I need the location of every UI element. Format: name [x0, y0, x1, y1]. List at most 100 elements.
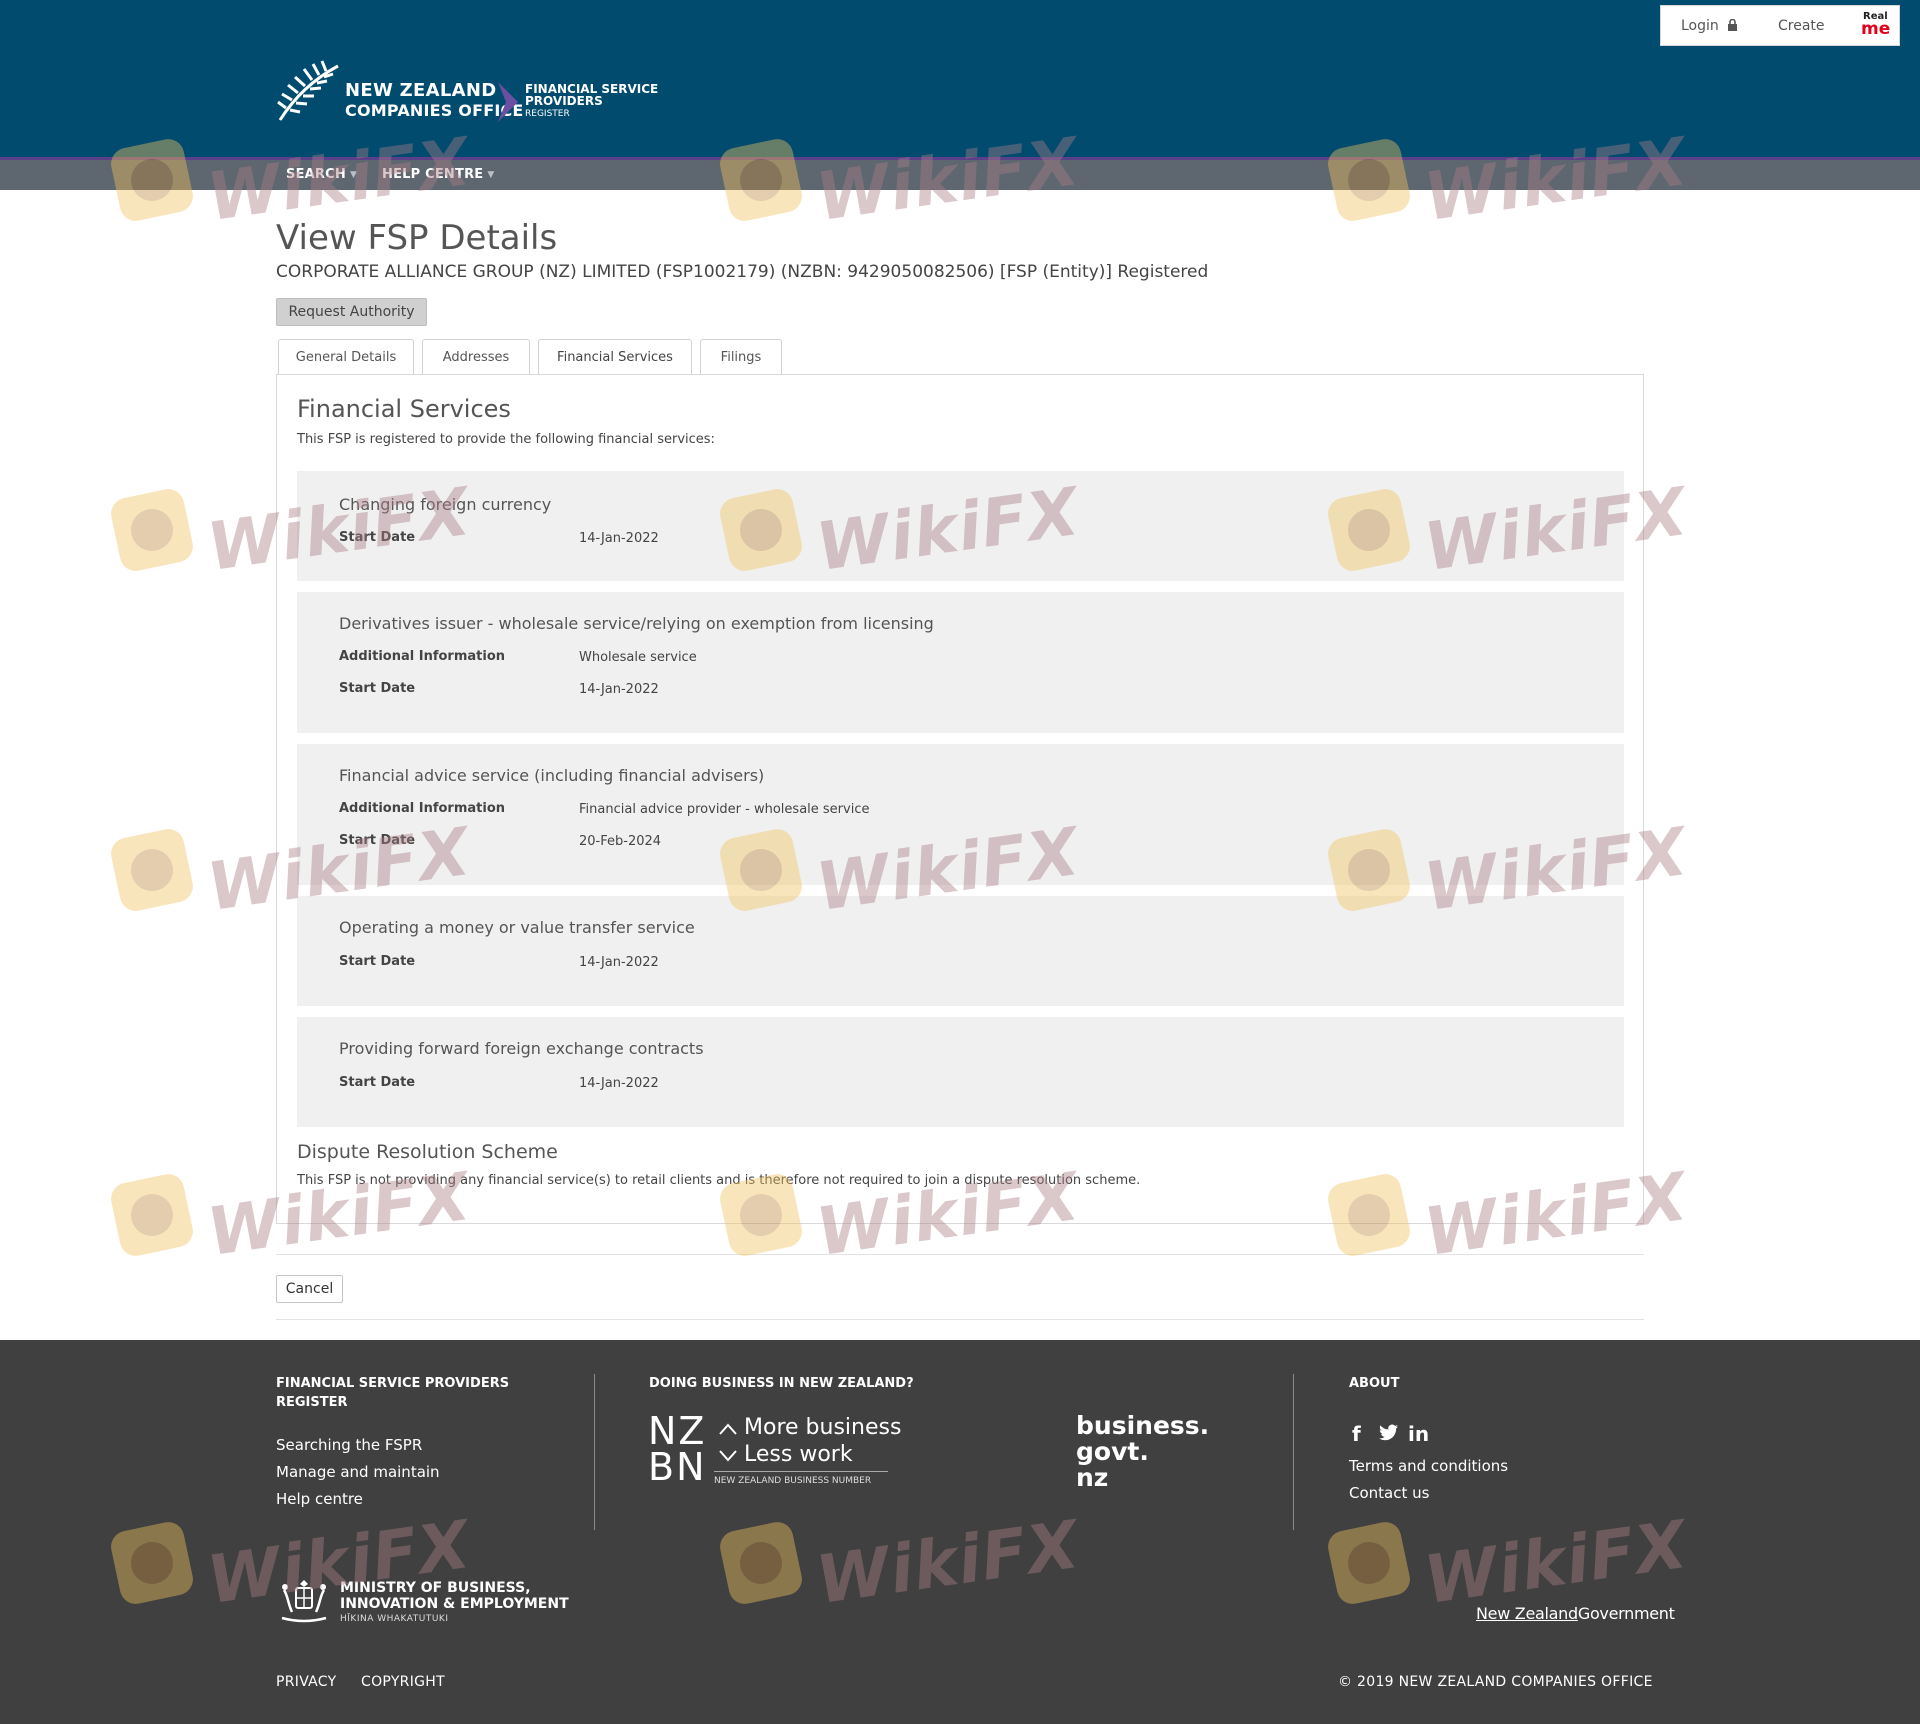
footer-fspr-heading: FINANCIAL SERVICE PROVIDERS REGISTER	[276, 1374, 509, 1412]
mbie-logo[interactable]: MINISTRY OF BUSINESS, INNOVATION & EMPLO…	[276, 1576, 596, 1626]
service-card: Derivatives issuer - wholesale service/r…	[297, 592, 1624, 733]
realme-bottom: me	[1861, 19, 1891, 39]
footer-link-contact[interactable]: Contact us	[1349, 1484, 1429, 1502]
fspr-logo-line-2: PROVIDERS	[525, 94, 603, 108]
footer-link-searching[interactable]: Searching the FSPR	[276, 1436, 422, 1454]
service-card: Operating a money or value transfer serv…	[297, 896, 1624, 1006]
service-card: Financial advice service (including fina…	[297, 744, 1624, 885]
login-link[interactable]: Login	[1681, 18, 1738, 34]
nav-help-label: HELP CENTRE	[382, 167, 484, 182]
mbie-line-2: INNOVATION & EMPLOYMENT	[340, 1596, 569, 1612]
bgn-line-3: nz	[1076, 1463, 1109, 1492]
financial-services-panel: Financial Services This FSP is registere…	[276, 374, 1644, 1224]
watermark-badge-icon	[108, 486, 196, 574]
companies-office-logo[interactable]: NEW ZEALAND COMPANIES OFFICE FINANCIAL S…	[276, 58, 676, 124]
caret-down-icon: ▼	[487, 170, 495, 180]
service-name: Changing foreign currency	[339, 495, 552, 514]
footer-link-help[interactable]: Help centre	[276, 1490, 363, 1508]
start-date-label: Start Date	[339, 954, 416, 969]
lock-icon	[1728, 18, 1738, 31]
service-card: Changing foreign currency Start Date 14-…	[297, 471, 1624, 581]
additional-info-label: Additional Information	[339, 649, 506, 664]
footer-fspr-heading-line-1: FINANCIAL SERVICE PROVIDERS	[276, 1376, 510, 1391]
bgn-line-2: govt.	[1076, 1437, 1149, 1466]
footer-doing-business-heading: DOING BUSINESS IN NEW ZEALAND?	[649, 1376, 914, 1391]
mbie-line-1: MINISTRY OF BUSINESS,	[340, 1580, 531, 1596]
request-authority-button[interactable]: Request Authority	[276, 298, 427, 326]
tab-addresses[interactable]: Addresses	[422, 339, 530, 374]
nzbn-more-business: More business	[744, 1415, 902, 1440]
dispute-resolution-title: Dispute Resolution Scheme	[297, 1141, 558, 1163]
tab-general-details[interactable]: General Details	[278, 339, 414, 374]
panel-intro: This FSP is registered to provide the fo…	[297, 432, 715, 447]
start-date-value: 14-Jan-2022	[579, 531, 659, 546]
nzbn-letters: NZ BN	[648, 1409, 707, 1489]
copyright-notice: © 2019 NEW ZEALAND COMPANIES OFFICE	[1338, 1674, 1653, 1690]
login-label: Login	[1681, 18, 1719, 34]
footer-link-manage[interactable]: Manage and maintain	[276, 1463, 440, 1481]
footer-link-privacy[interactable]: PRIVACY	[276, 1674, 337, 1690]
tab-financial-services[interactable]: Financial Services	[538, 339, 692, 376]
nzbn-subtitle: NEW ZEALAND BUSINESS NUMBER	[714, 1476, 872, 1486]
realme-logo[interactable]: Real me	[1861, 10, 1897, 42]
mbie-line-3: HĪKINA WHAKATUTUKI	[340, 1614, 449, 1624]
nzbn-rule	[714, 1471, 888, 1472]
service-name: Operating a money or value transfer serv…	[339, 918, 695, 937]
footer-link-copyright[interactable]: COPYRIGHT	[361, 1674, 445, 1690]
watermark-badge-icon	[108, 826, 196, 914]
business-govt-nz-logo[interactable]: business. govt. nz	[1076, 1413, 1209, 1491]
footer-about-heading: ABOUT	[1349, 1376, 1400, 1391]
nz-government-logo[interactable]: New ZealandGovernment	[1476, 1604, 1675, 1623]
service-name: Derivatives issuer - wholesale service/r…	[339, 614, 934, 633]
bgn-line-1: business.	[1076, 1411, 1210, 1440]
facebook-icon[interactable]: f	[1352, 1422, 1361, 1446]
caret-down-icon: ▼	[349, 170, 358, 180]
service-name: Providing forward foreign exchange contr…	[339, 1039, 704, 1058]
start-date-value: 20-Feb-2024	[579, 834, 662, 849]
coat-of-arms-icon	[281, 1580, 327, 1623]
footer-link-terms[interactable]: Terms and conditions	[1349, 1457, 1508, 1475]
divider	[276, 1254, 1644, 1255]
panel-title: Financial Services	[297, 395, 511, 423]
twitter-icon[interactable]	[1379, 1424, 1399, 1442]
footer-divider	[594, 1374, 595, 1530]
fern-icon	[277, 60, 339, 121]
nav-help-centre[interactable]: HELP CENTRE ▼	[382, 160, 494, 190]
footer-divider	[1293, 1374, 1294, 1530]
site-header: NEW ZEALAND COMPANIES OFFICE FINANCIAL S…	[0, 0, 1920, 157]
site-footer: FINANCIAL SERVICE PROVIDERS REGISTER Sea…	[0, 1340, 1920, 1724]
cancel-button[interactable]: Cancel	[276, 1275, 343, 1303]
start-date-label: Start Date	[339, 681, 416, 696]
main-nav: SEARCH ▼ HELP CENTRE ▼	[0, 160, 1920, 190]
watermark-badge-icon	[108, 1171, 196, 1259]
divider	[276, 1319, 1644, 1320]
nav-search[interactable]: SEARCH ▼	[286, 160, 357, 190]
nzbn-letters-line-2: BN	[648, 1445, 707, 1489]
start-date-value: 14-Jan-2022	[579, 1076, 659, 1091]
nzgovt-line-1: New Zealand	[1476, 1604, 1578, 1623]
additional-info-value: Financial advice provider - wholesale se…	[579, 802, 870, 817]
dispute-resolution-text: This FSP is not providing any financial …	[297, 1173, 1141, 1188]
chevron-down-icon	[719, 1450, 737, 1462]
service-card: Providing forward foreign exchange contr…	[297, 1017, 1624, 1127]
entity-summary: CORPORATE ALLIANCE GROUP (NZ) LIMITED (F…	[276, 262, 1209, 282]
chevron-right-icon	[498, 82, 518, 122]
additional-info-label: Additional Information	[339, 801, 506, 816]
nzbn-letters-line-1: NZ	[648, 1409, 707, 1453]
chevron-up-icon	[719, 1423, 737, 1435]
logo-line-1: NEW ZEALAND	[345, 80, 497, 101]
page-title: View FSP Details	[276, 218, 558, 258]
start-date-label: Start Date	[339, 1075, 416, 1090]
auth-box: Login Create Real me	[1660, 5, 1900, 46]
start-date-value: 14-Jan-2022	[579, 682, 659, 697]
service-name: Financial advice service (including fina…	[339, 766, 765, 785]
footer-fspr-heading-line-2: REGISTER	[276, 1395, 348, 1410]
linkedin-icon[interactable]: in	[1408, 1422, 1429, 1446]
fspr-logo-line-3: REGISTER	[525, 109, 570, 119]
nzbn-logo[interactable]: NZ BN More business Less work NEW ZEALAN…	[648, 1409, 901, 1489]
nzbn-less-work: Less work	[744, 1442, 853, 1467]
start-date-value: 14-Jan-2022	[579, 955, 659, 970]
start-date-label: Start Date	[339, 530, 416, 545]
create-link[interactable]: Create	[1778, 18, 1825, 34]
tab-filings[interactable]: Filings	[700, 339, 782, 374]
